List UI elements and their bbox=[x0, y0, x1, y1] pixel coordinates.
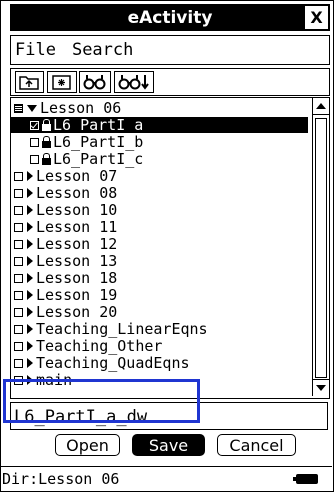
up-folder-button[interactable] bbox=[15, 71, 44, 93]
list-item-label: Lesson 11 bbox=[36, 218, 118, 236]
list-item[interactable]: Lesson 07 bbox=[11, 168, 117, 184]
lock-icon bbox=[42, 153, 51, 165]
checkbox[interactable] bbox=[14, 358, 23, 368]
collapsed-arrow-icon[interactable] bbox=[27, 290, 33, 300]
arrow-up-icon bbox=[316, 103, 326, 109]
close-button[interactable]: X bbox=[305, 6, 328, 29]
title-bar: eActivity X bbox=[10, 4, 330, 31]
checkbox[interactable] bbox=[14, 256, 23, 266]
list-item-label: L6_PartI_a bbox=[53, 116, 144, 134]
list-item[interactable]: Lesson 10 bbox=[11, 202, 117, 218]
collapsed-arrow-icon[interactable] bbox=[27, 188, 33, 198]
open-button[interactable]: Open bbox=[55, 434, 120, 456]
expanded-arrow-icon[interactable] bbox=[27, 104, 37, 112]
window-title: eActivity bbox=[127, 7, 213, 28]
lock-icon bbox=[42, 119, 51, 131]
scroll-up-button[interactable] bbox=[313, 98, 329, 115]
checkbox[interactable] bbox=[30, 154, 39, 164]
new-folder-icon bbox=[52, 75, 71, 90]
list-item-label: Lesson 20 bbox=[36, 303, 118, 321]
list-item-label: L6_PartI_b bbox=[53, 133, 144, 151]
list-item-label: Teaching_LinearEqns bbox=[36, 320, 208, 338]
list-item-label: Lesson 12 bbox=[36, 235, 118, 253]
list-item[interactable]: Lesson 13 bbox=[11, 253, 117, 269]
search-button[interactable] bbox=[79, 71, 111, 93]
cancel-button[interactable]: Cancel bbox=[217, 434, 296, 456]
collapsed-arrow-icon[interactable] bbox=[27, 273, 33, 283]
list-item[interactable]: Teaching_QuadEqns bbox=[11, 355, 190, 371]
collapsed-arrow-icon[interactable] bbox=[27, 171, 33, 181]
checkbox[interactable] bbox=[14, 290, 23, 300]
search-icon bbox=[83, 75, 106, 90]
new-folder-button[interactable] bbox=[47, 71, 77, 93]
collapsed-arrow-icon[interactable] bbox=[27, 239, 33, 249]
list-item-label: Lesson 19 bbox=[36, 286, 118, 304]
list-item[interactable]: Teaching_Other bbox=[11, 338, 162, 354]
list-item[interactable]: Lesson 19 bbox=[11, 287, 117, 303]
status-dir: Dir:Lesson 06 bbox=[2, 470, 120, 488]
collapsed-arrow-icon[interactable] bbox=[27, 341, 33, 351]
list-item[interactable]: Lesson 12 bbox=[11, 236, 117, 252]
list-item-label: Lesson 06 bbox=[40, 99, 122, 117]
checkbox[interactable] bbox=[30, 137, 39, 147]
list-item[interactable]: Teaching_LinearEqns bbox=[11, 321, 208, 337]
list-item-label: Lesson 07 bbox=[36, 167, 118, 185]
checkbox[interactable] bbox=[14, 171, 23, 181]
list-item-label: L6_PartI_c bbox=[53, 150, 144, 168]
menu-bar: File Search bbox=[10, 35, 330, 65]
toolbar bbox=[10, 68, 330, 96]
scroll-down-button[interactable] bbox=[313, 379, 329, 396]
collapsed-arrow-icon[interactable] bbox=[27, 375, 33, 385]
checkbox[interactable] bbox=[14, 205, 23, 215]
search-next-icon bbox=[118, 75, 149, 90]
search-next-button[interactable] bbox=[114, 71, 154, 93]
save-button[interactable]: Save bbox=[132, 434, 205, 456]
checkbox[interactable] bbox=[14, 222, 23, 232]
scrollbar[interactable] bbox=[312, 98, 329, 396]
menu-file[interactable]: File bbox=[11, 40, 56, 60]
list-item-label: Lesson 08 bbox=[36, 184, 118, 202]
collapsed-arrow-icon[interactable] bbox=[27, 307, 33, 317]
up-folder-icon bbox=[19, 76, 39, 90]
file-list[interactable]: Lesson 06 L6_PartI_a L6_PartI_b L6_PartI_c L… bbox=[10, 97, 330, 399]
collapsed-arrow-icon[interactable] bbox=[27, 358, 33, 368]
list-item[interactable]: Lesson 18 bbox=[11, 270, 117, 286]
close-icon: X bbox=[310, 8, 323, 27]
list-item[interactable]: L6_PartI_c bbox=[11, 151, 143, 167]
filename-input[interactable]: L6_PartI_a_dw bbox=[10, 402, 328, 430]
list-item[interactable]: Lesson 08 bbox=[11, 185, 117, 201]
collapsed-arrow-icon[interactable] bbox=[27, 256, 33, 266]
checkbox[interactable] bbox=[14, 273, 23, 283]
checkbox[interactable] bbox=[30, 120, 39, 130]
list-item-label: Teaching_QuadEqns bbox=[36, 354, 190, 372]
list-item-label: Lesson 13 bbox=[36, 252, 118, 270]
list-item[interactable]: main bbox=[11, 372, 72, 388]
arrow-down-icon bbox=[316, 385, 326, 391]
checkbox[interactable] bbox=[14, 188, 23, 198]
list-item[interactable]: L6_PartI_b bbox=[11, 134, 143, 150]
checkbox[interactable] bbox=[14, 375, 23, 385]
collapsed-arrow-icon[interactable] bbox=[27, 222, 33, 232]
checkbox[interactable] bbox=[14, 324, 23, 334]
list-item-label: Lesson 18 bbox=[36, 269, 118, 287]
checkbox[interactable] bbox=[14, 307, 23, 317]
checkbox[interactable] bbox=[14, 341, 23, 351]
scroll-thumb[interactable] bbox=[315, 118, 327, 378]
list-item[interactable]: L6_PartI_a bbox=[11, 117, 308, 133]
list-item[interactable]: Lesson 20 bbox=[11, 304, 117, 320]
battery-icon bbox=[293, 474, 318, 484]
list-item-label: Lesson 10 bbox=[36, 201, 118, 219]
collapsed-arrow-icon[interactable] bbox=[27, 205, 33, 215]
status-bar: Dir:Lesson 06 bbox=[0, 466, 332, 491]
list-item-label: Teaching_Other bbox=[36, 337, 163, 355]
lock-icon bbox=[42, 136, 51, 148]
menu-search[interactable]: Search bbox=[68, 40, 133, 60]
checkbox[interactable] bbox=[14, 103, 23, 113]
list-item-label: main bbox=[36, 371, 73, 389]
list-item[interactable]: Lesson 06 bbox=[11, 100, 121, 116]
checkbox[interactable] bbox=[14, 239, 23, 249]
list-item[interactable]: Lesson 11 bbox=[11, 219, 117, 235]
collapsed-arrow-icon[interactable] bbox=[27, 324, 33, 334]
